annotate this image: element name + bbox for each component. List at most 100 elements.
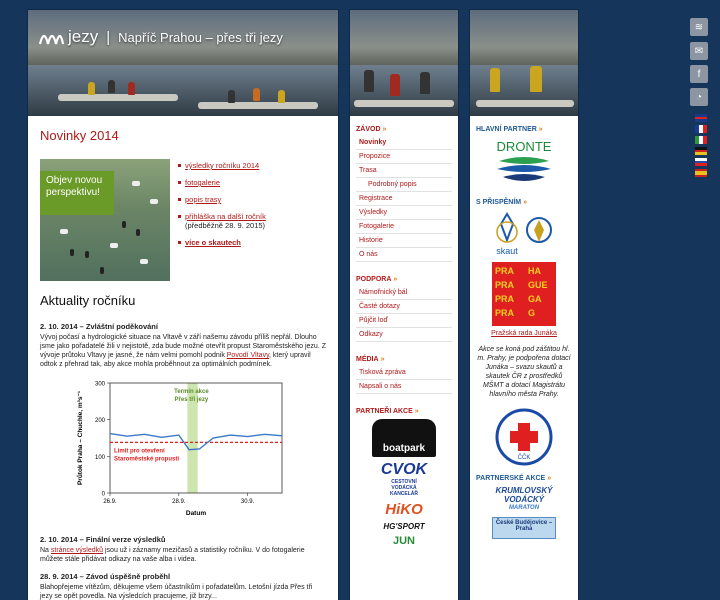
threshold-label: Limit pro otevření	[114, 448, 165, 454]
nav-item[interactable]: Registrace	[356, 192, 452, 206]
promo-person	[122, 221, 126, 228]
praha-logo[interactable]: PRA HA PRA GUE PRA GA PRA G	[476, 262, 572, 326]
nav-item[interactable]: Výsledky	[356, 206, 452, 220]
main-column: jezy | Napříč Prahou – přes tři jezy Nov…	[27, 9, 339, 600]
double-chevron-icon: »	[393, 276, 398, 283]
banner-paddler	[253, 88, 260, 101]
banner-paddler	[228, 90, 235, 103]
nav-item[interactable]: Časté dotazy	[356, 300, 452, 314]
banner-paddler	[390, 74, 400, 96]
cvok-block: CVOK CESTOVNÍ VODÁCKÁ KANCELÁŘ	[379, 461, 429, 497]
news-title: 2. 10. 2014 – Zvláštní poděkování	[40, 322, 158, 331]
cvok-text: CVOK	[380, 461, 428, 478]
nav-section-heading: PODPORA»	[356, 276, 452, 283]
skaut-logos[interactable]: skaut	[476, 210, 572, 258]
cck-logo-svg: ČČK	[495, 408, 553, 466]
jezy-icon[interactable]: ≋	[690, 18, 708, 36]
budejovice-logo[interactable]: České Budějovice – Praha	[476, 517, 572, 539]
right-banner	[470, 10, 578, 116]
banner-paddler	[88, 82, 95, 95]
news-text: Na stránce výsledků jsou už i záznamy me…	[40, 546, 326, 564]
flag-en-icon[interactable]	[695, 114, 707, 123]
rss-icon[interactable]: ◔	[690, 88, 708, 106]
promo-boat	[132, 181, 140, 186]
y-tick-label: 200	[95, 418, 106, 424]
nav-column: ZÁVOD» Novinky Propozice Trasa Podrobný popi…	[349, 9, 459, 600]
route-link[interactable]: popis trasy	[185, 195, 221, 204]
nav-section-heading: ZÁVOD»	[356, 126, 452, 133]
flag-ru-icon[interactable]	[695, 158, 707, 167]
flag-de-icon[interactable]	[695, 147, 707, 156]
dronte-logo-svg: DRONTE	[497, 139, 552, 181]
nav-item[interactable]: Propozice	[356, 150, 452, 164]
site-brand[interactable]: jezy | Napříč Prahou – přes tři jezy	[38, 24, 283, 50]
nav-item[interactable]: Tisková zpráva	[356, 366, 452, 380]
double-chevron-icon: »	[523, 199, 528, 206]
hgsport-logo[interactable]: HG'SPORT	[356, 522, 452, 531]
news-item: 28. 9. 2014 – Závod úspěšně proběhl Blah…	[40, 572, 326, 600]
main-partner-title: HLAVNÍ PARTNER	[476, 126, 537, 133]
nav-section-title: MÉDIA	[356, 356, 379, 363]
nav-menu: ZÁVOD» Novinky Propozice Trasa Podrobný popi…	[350, 116, 458, 557]
event-label: Přes tři jezy	[175, 397, 209, 403]
krumlov-line: MARATON	[508, 505, 540, 511]
promo-person	[70, 249, 74, 256]
svg-text:PRA: PRA	[495, 266, 515, 276]
banner-boat	[58, 94, 178, 101]
nav-gap	[356, 262, 452, 272]
nav-section-heading: MÉDIA»	[356, 356, 452, 363]
hiko-text: HiKO	[385, 501, 423, 518]
nav-item[interactable]: Námořnický bál	[356, 286, 452, 300]
nav-item[interactable]: Novinky	[356, 136, 452, 150]
promo-link-item: přihláška na další ročník (předběžně 28. …	[178, 212, 266, 230]
cvok-logo[interactable]: CVOK CESTOVNÍ VODÁCKÁ KANCELÁŘ	[356, 461, 452, 497]
banner-paddler	[108, 80, 115, 93]
registration-link[interactable]: přihláška na další ročník	[185, 212, 266, 221]
main-partner-heading: HLAVNÍ PARTNER»	[476, 126, 572, 133]
banner-water	[470, 65, 578, 116]
results-page-link[interactable]: stránce výsledků	[51, 547, 103, 554]
jun-logo[interactable]: JUN	[356, 535, 452, 547]
povodi-link[interactable]: Povodí Vltavy	[227, 352, 269, 359]
nav-item[interactable]: Půjčit loď	[356, 314, 452, 328]
nav-section-title: ZÁVOD	[356, 126, 381, 133]
nav-item[interactable]: Napsali o nás	[356, 380, 452, 394]
gallery-link[interactable]: fotogalerie	[185, 178, 220, 187]
results-link[interactable]: výsledky ročníku 2014	[185, 161, 259, 170]
boatpark-logo[interactable]: boatpark	[356, 419, 452, 457]
y-tick-label: 0	[102, 492, 106, 498]
double-chevron-icon: »	[380, 356, 385, 363]
promo-person	[85, 251, 89, 258]
news-item: 2. 10. 2014 – Finální verze výsledků Na …	[40, 535, 326, 564]
news-text: Blahopřejeme vítězům, děkujeme všem účas…	[40, 584, 313, 600]
promo-block: Objev novou perspektivu! výsledky ročník…	[40, 159, 326, 281]
mail-icon[interactable]: ✉	[690, 42, 708, 60]
praha-rada-link[interactable]: Pražská rada Junáka	[491, 330, 557, 337]
banner-boat	[476, 100, 574, 107]
nav-item[interactable]: Trasa	[356, 164, 452, 178]
event-label: Termín akce	[174, 389, 209, 395]
nav-section-title: PODPORA	[356, 276, 392, 283]
nav-item[interactable]: Odkazy	[356, 328, 452, 342]
scouts-link[interactable]: více o skautech	[185, 238, 241, 247]
promo-image[interactable]: Objev novou perspektivu!	[40, 159, 170, 281]
language-flags	[695, 114, 707, 180]
facebook-icon[interactable]: f	[690, 65, 708, 83]
dronte-logo[interactable]: DRONTE	[476, 137, 572, 189]
flag-fr-icon[interactable]	[695, 125, 707, 133]
nav-item[interactable]: Fotogalerie	[356, 220, 452, 234]
nav-item[interactable]: O nás	[356, 248, 452, 262]
y-tick-label: 300	[95, 382, 106, 388]
flag-es-icon[interactable]	[695, 169, 707, 177]
registration-note: (předběžně 28. 9. 2015)	[185, 221, 266, 230]
x-tick-label: 28.9.	[172, 499, 186, 505]
cck-logo[interactable]: ČČK	[476, 407, 572, 467]
hiko-logo[interactable]: HiKO	[356, 501, 452, 518]
news-text: Vývoj počasí a hydrologické situace na V…	[40, 333, 326, 369]
krumlov-logo[interactable]: KRUMLOVSKÝ VODÁCKÝ MARATON	[476, 486, 572, 513]
promo-links: výsledky ročníku 2014 fotogalerie popis …	[178, 159, 266, 281]
nav-item[interactable]: Podrobný popis	[356, 178, 452, 192]
nav-item[interactable]: Historie	[356, 234, 452, 248]
flag-it-icon[interactable]	[695, 136, 707, 144]
cvok-subtext: CESTOVNÍ VODÁCKÁ KANCELÁŘ	[389, 479, 419, 497]
